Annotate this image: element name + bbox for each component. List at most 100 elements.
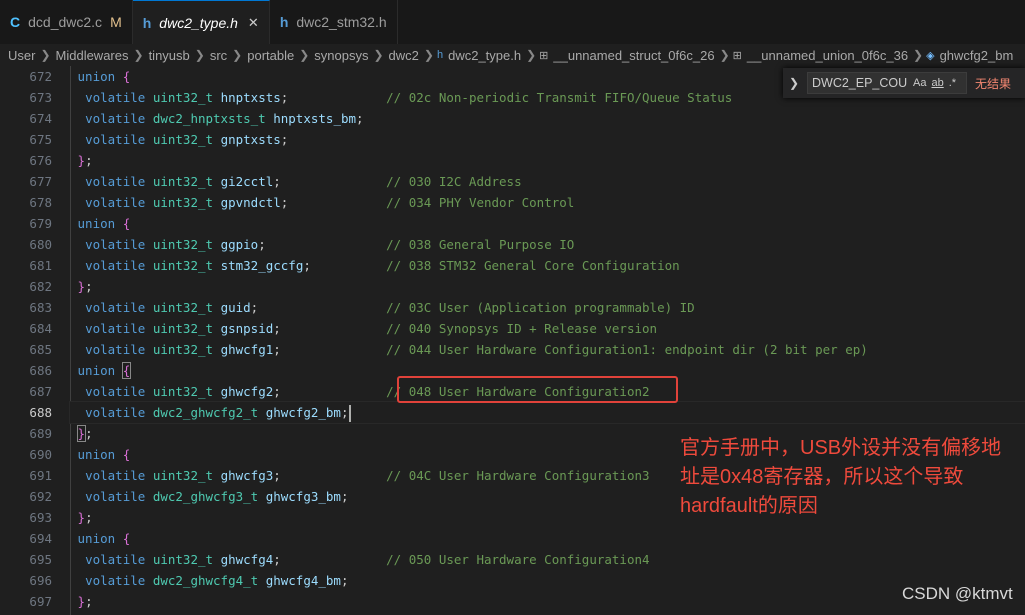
identifier-token: gsnpsid [220, 321, 274, 336]
identifier-token: ghwcfg4_bm [265, 573, 341, 588]
identifier-token: ghwcfg3_bm [265, 489, 341, 504]
tab-dwc2-type-h[interactable]: h dwc2_type.h ✕ [132, 0, 270, 44]
bracket-token: } [77, 153, 86, 168]
code-line[interactable]: volatile uint32_t gpvndctl; // 034 PHY V… [70, 192, 1025, 213]
breadcrumb-item[interactable]: User [6, 48, 37, 63]
punctuation-token: ; [340, 489, 349, 504]
code-editor[interactable]: 672 673 674 675 676 677 678 679 680 681 682 683 684 6… [0, 66, 1025, 615]
line-number: 685 [29, 342, 52, 357]
type-token: dwc2_ghwcfg2_t [152, 405, 259, 420]
line-number: 697 [29, 594, 52, 609]
chevron-right-icon: ❯ [526, 48, 537, 62]
line-number: 691 [29, 468, 52, 483]
type-token: uint32_t [152, 342, 214, 357]
code-line[interactable]: volatile uint32_t ghwcfg4; // 050 User H… [70, 549, 1025, 570]
breadcrumb-item[interactable]: dwc2 [387, 48, 421, 63]
line-number: 677 [29, 174, 52, 189]
punctuation-token: ; [356, 111, 364, 126]
keyword-token: volatile [85, 552, 146, 567]
tab-label: dwc2_stm32.h [296, 14, 387, 30]
match-case-icon[interactable]: Aa [913, 77, 926, 89]
breadcrumb: User ❯ Middlewares ❯ tinyusb ❯ src ❯ por… [0, 44, 1025, 66]
code-line[interactable]: volatile uint32_t ggpio; // 038 General … [70, 234, 1025, 255]
keyword-token: volatile [85, 111, 146, 126]
watermark: CSDN @ktmvt [902, 584, 1013, 603]
chevron-right-icon[interactable]: ❯ [787, 76, 801, 90]
code-line[interactable]: }; [70, 591, 1025, 612]
close-icon[interactable]: ✕ [248, 15, 259, 31]
punctuation-token: ; [273, 321, 281, 336]
whole-word-icon[interactable]: ab [931, 77, 943, 89]
bracket-token: { [122, 216, 131, 231]
struct-icon: ⊞ [732, 49, 742, 62]
code-line[interactable]: }; [70, 276, 1025, 297]
punctuation-token: ; [85, 279, 93, 294]
code-line[interactable]: volatile uint32_t guid; // 03C User (App… [70, 297, 1025, 318]
code-line[interactable]: }; [70, 150, 1025, 171]
type-token: uint32_t [152, 237, 214, 252]
breadcrumb-item[interactable]: __unnamed_union_0f6c_36 [745, 48, 910, 63]
regex-icon[interactable]: .* [949, 77, 956, 89]
struct-icon: ⊞ [539, 49, 549, 62]
find-widget: ❯ DWC2_EP_COUI Aa ab .* 无结果 [783, 68, 1025, 98]
tab-dcd-dwc2-c[interactable]: C dcd_dwc2.c M [0, 0, 133, 44]
keyword-token: volatile [85, 195, 146, 210]
keyword-token: volatile [85, 405, 146, 420]
type-token: uint32_t [152, 552, 214, 567]
code-line[interactable]: volatile uint32_t stm32_gccfg; // 038 ST… [70, 255, 1025, 276]
identifier-token: hnptxsts [220, 90, 281, 105]
code-line[interactable]: volatile dwc2_ghwcfg4_t ghwcfg4_bm; [70, 570, 1025, 591]
type-token: uint32_t [152, 90, 214, 105]
code-line[interactable]: volatile dwc2_ghwcfg2_t ghwcfg2_bm; [69, 401, 1025, 424]
identifier-token: ghwcfg4 [220, 552, 274, 567]
keyword-token: union [77, 531, 116, 546]
code-line[interactable]: union { [70, 213, 1025, 234]
code-line[interactable]: volatile dwc2_hnptxsts_t hnptxsts_bm; [70, 108, 1025, 129]
line-number: 673 [29, 90, 52, 105]
punctuation-token: ; [85, 426, 93, 441]
bracket-token: } [77, 279, 86, 294]
punctuation-token: ; [85, 594, 93, 609]
identifier-token: ghwcfg3 [220, 468, 274, 483]
breadcrumb-item[interactable]: Middlewares [54, 48, 131, 63]
breadcrumb-item[interactable]: ghwcfg2_bm [938, 48, 1016, 63]
code-line[interactable]: volatile uint32_t gsnpsid; // 040 Synops… [70, 318, 1025, 339]
chevron-right-icon: ❯ [299, 48, 310, 62]
code-line[interactable]: union { [70, 528, 1025, 549]
comment-token: // 04C User Hardware Configuration3 [386, 468, 650, 483]
punctuation-token: ; [273, 174, 281, 189]
code-line[interactable]: volatile uint32_t gnptxsts; [70, 129, 1025, 150]
line-number: 674 [29, 111, 52, 126]
breadcrumb-item[interactable]: src [208, 48, 229, 63]
code-line[interactable]: volatile uint32_t ghwcfg1; // 044 User H… [70, 339, 1025, 360]
tab-label: dwc2_type.h [159, 14, 238, 31]
comment-token: // 02c Non-periodic Transmit FIFO/Queue … [386, 90, 733, 105]
comment-token: // 034 PHY Vendor Control [386, 195, 575, 210]
find-input[interactable]: DWC2_EP_COUI Aa ab .* [807, 72, 967, 94]
tab-label: dcd_dwc2.c [28, 14, 103, 30]
comment-token: // 050 User Hardware Configuration4 [386, 552, 650, 567]
punctuation-token: ; [85, 153, 93, 168]
breadcrumb-item[interactable]: synopsys [312, 48, 370, 63]
code-line[interactable]: volatile uint32_t gi2cctl; // 030 I2C Ad… [70, 171, 1025, 192]
identifier-token: stm32_gccfg [220, 258, 304, 273]
type-token: dwc2_ghwcfg3_t [152, 489, 259, 504]
comment-token: // 044 User Hardware Configuration1: end… [386, 342, 868, 357]
find-result-status: 无结果 [975, 76, 1012, 91]
breadcrumb-item[interactable]: portable [245, 48, 296, 63]
breadcrumb-item[interactable]: __unnamed_struct_0f6c_26 [551, 48, 716, 63]
type-token: uint32_t [152, 384, 214, 399]
tab-dwc2-stm32-h[interactable]: h dwc2_stm32.h [270, 0, 398, 44]
bracket-token: } [76, 425, 87, 442]
keyword-token: volatile [85, 321, 146, 336]
code-area[interactable]: union { volatile uint32_t hnptxsts; // 0… [69, 66, 1025, 612]
breadcrumb-item[interactable]: tinyusb [147, 48, 192, 63]
breadcrumb-item[interactable]: dwc2_type.h [446, 48, 523, 63]
keyword-token: volatile [85, 300, 146, 315]
highlight-box [397, 376, 678, 403]
line-number: 679 [29, 216, 52, 231]
identifier-token: gnptxsts [220, 132, 281, 147]
identifier-token: guid [220, 300, 251, 315]
line-number: 689 [29, 426, 52, 441]
line-number: 694 [29, 531, 52, 546]
